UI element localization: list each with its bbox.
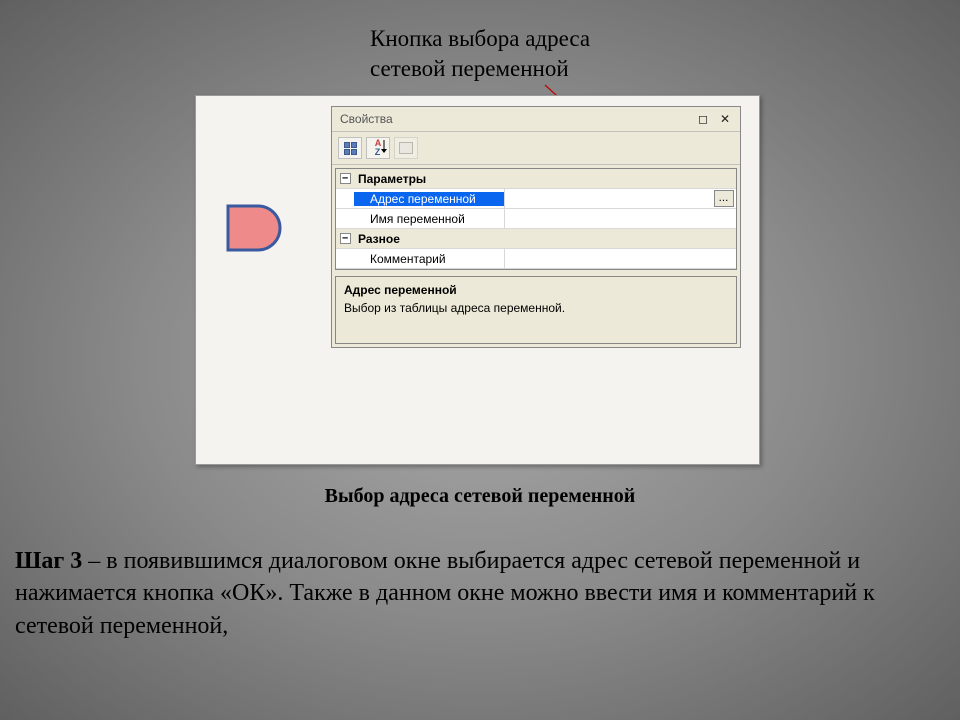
collapse-icon[interactable]: − [340,233,351,244]
description-text: Выбор из таблицы адреса переменной. [344,301,728,315]
row-var-address[interactable]: Адрес переменной ... [336,189,736,209]
group-misc-label: Разное [354,232,504,246]
properties-panel: Свойства ◻ ✕ AZ [331,106,741,348]
browse-button[interactable]: ... [714,190,734,207]
panel-title-text: Свойства [340,112,393,126]
step-body: – в появившимся диалоговом окне выбирает… [15,548,875,639]
categorize-icon [344,142,357,155]
row-var-name-label: Имя переменной [354,212,504,226]
step-number: Шаг 3 [15,548,82,574]
page-icon [399,142,413,154]
row-comment-label: Комментарий [354,252,504,266]
categorize-button[interactable] [338,137,362,159]
description-title: Адрес переменной [344,283,728,297]
figure-caption: Выбор адреса сетевой переменной [0,485,960,508]
row-var-address-label: Адрес переменной [354,192,504,206]
row-comment-value[interactable] [504,249,736,268]
annotation-line2: сетевой переменной [370,56,569,81]
gate-icon [226,204,284,252]
row-var-name-value[interactable] [504,209,736,228]
property-pages-button [394,137,418,159]
screenshot-panel: Свойства ◻ ✕ AZ [195,95,760,465]
row-var-name[interactable]: Имя переменной [336,209,736,229]
property-grid: − Параметры Адрес переменной ... Имя пер… [335,168,737,270]
az-sort-icon: AZ [375,139,382,157]
panel-titlebar: Свойства ◻ ✕ [332,107,740,132]
group-parameters-label: Параметры [354,172,504,186]
step-description: Шаг 3 – в появившимся диалоговом окне вы… [15,545,925,642]
collapse-icon[interactable]: − [340,173,351,184]
group-misc[interactable]: − Разное [336,229,736,249]
row-var-address-value[interactable]: ... [504,189,736,208]
dock-icon[interactable]: ◻ [696,112,710,126]
close-icon[interactable]: ✕ [718,112,732,126]
annotation-line1: Кнопка выбора адреса [370,26,590,51]
group-parameters[interactable]: − Параметры [336,169,736,189]
annotation-label: Кнопка выбора адреса сетевой переменной [370,24,590,84]
panel-toolbar: AZ [332,132,740,165]
description-area: Адрес переменной Выбор из таблицы адреса… [335,276,737,344]
row-comment[interactable]: Комментарий [336,249,736,269]
sort-az-button[interactable]: AZ [366,137,390,159]
